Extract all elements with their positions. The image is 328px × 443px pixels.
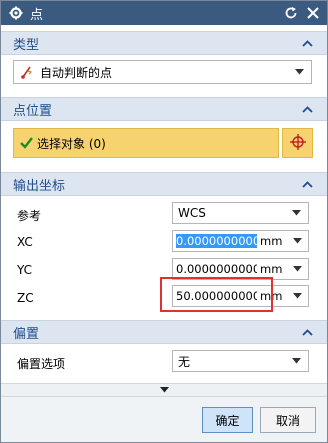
- select-object-field[interactable]: 选择对象 (0): [13, 128, 279, 158]
- dialog-title: 点: [30, 7, 44, 23]
- select-object-label: 选择对象 (0): [37, 136, 106, 151]
- xc-label: XC: [17, 235, 33, 249]
- section-title-type: 类型: [13, 37, 40, 53]
- chevron-up-icon[interactable]: [301, 104, 313, 114]
- chevron-down-icon: [159, 387, 169, 393]
- dropdown-arrow-icon: [292, 358, 301, 364]
- reference-dropdown[interactable]: WCS: [172, 202, 309, 224]
- type-dropdown-value: 自动判断的点: [40, 65, 113, 80]
- chevron-up-icon[interactable]: [301, 179, 313, 189]
- annotation-highlight-box: [160, 277, 273, 312]
- type-dropdown[interactable]: 自动判断的点: [13, 60, 312, 84]
- offset-option-dropdown[interactable]: 无: [172, 350, 309, 372]
- dropdown-arrow-icon: [292, 210, 301, 216]
- yc-value[interactable]: 0.0000000000: [176, 262, 257, 276]
- dropdown-arrow-icon[interactable]: [293, 293, 302, 299]
- dropdown-arrow-icon[interactable]: [293, 238, 302, 244]
- section-title-offset: 偏置: [13, 326, 40, 342]
- section-header-output-coordinates[interactable]: 输出坐标: [1, 172, 327, 196]
- close-icon[interactable]: [305, 5, 321, 21]
- ok-button[interactable]: 确定: [202, 407, 253, 433]
- xc-unit: mm: [260, 234, 283, 248]
- point-dialog: 点 类型 自动判断的点 点位置 选择对象 (0) 输出坐标 参考 WCS XC …: [0, 0, 328, 443]
- section-title-point-location: 点位置: [13, 103, 53, 119]
- cancel-button[interactable]: 取消: [260, 407, 316, 433]
- zc-label: ZC: [17, 291, 34, 305]
- title-bar: 点: [1, 1, 327, 25]
- section-header-point-location[interactable]: 点位置: [1, 97, 327, 121]
- xc-input[interactable]: 0.0000000000 mm: [172, 230, 309, 252]
- chevron-up-icon[interactable]: [301, 38, 313, 48]
- yc-label: YC: [17, 263, 33, 277]
- point-dialog-button[interactable]: [282, 128, 313, 158]
- crosshair-icon: [289, 133, 307, 154]
- reset-icon[interactable]: [283, 5, 299, 21]
- gear-icon[interactable]: [8, 5, 24, 21]
- section-title-output-coordinates: 输出坐标: [13, 178, 66, 194]
- section-header-offset[interactable]: 偏置: [1, 320, 327, 344]
- dropdown-arrow-icon[interactable]: [293, 266, 302, 272]
- section-header-type[interactable]: 类型: [1, 31, 327, 55]
- yc-unit: mm: [260, 262, 283, 276]
- offset-option-label: 偏置选项: [17, 357, 66, 371]
- inferred-point-icon: [20, 65, 34, 79]
- offset-option-value: 无: [178, 354, 191, 369]
- checkmark-icon: [19, 136, 33, 150]
- reference-label: 参考: [17, 209, 42, 223]
- dropdown-arrow-icon: [295, 69, 304, 75]
- more-options-toggle[interactable]: [1, 383, 327, 397]
- xc-value[interactable]: 0.0000000000: [176, 234, 257, 248]
- chevron-up-icon[interactable]: [301, 327, 313, 337]
- reference-value: WCS: [178, 206, 206, 220]
